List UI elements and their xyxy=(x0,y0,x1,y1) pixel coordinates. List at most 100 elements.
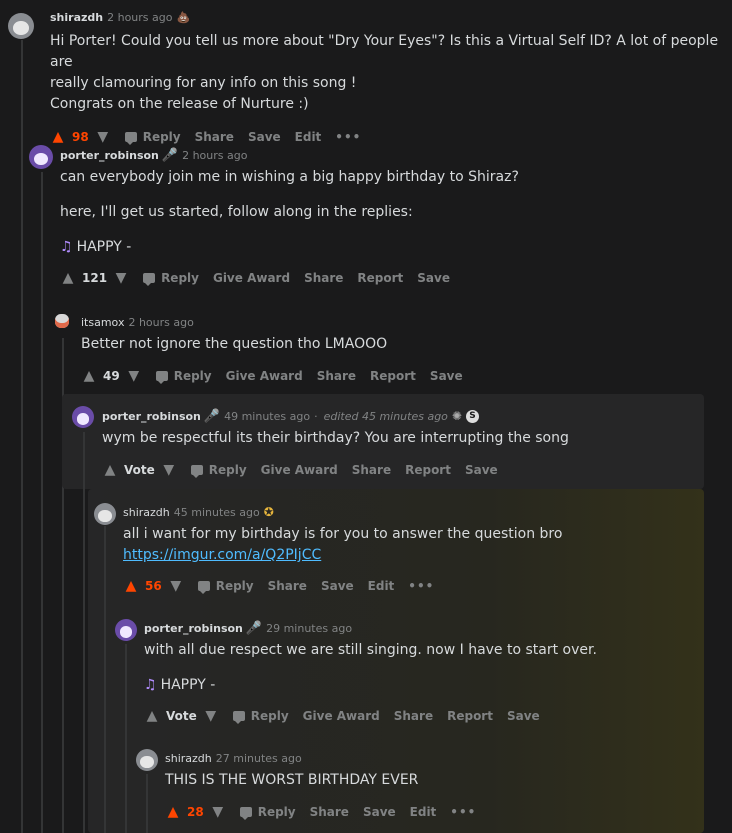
downvote-icon[interactable]: ▼ xyxy=(126,368,142,384)
thread-line[interactable] xyxy=(146,774,148,833)
downvote-icon[interactable]: ▼ xyxy=(168,578,184,594)
comment-body: all i want for my birthday is for you to… xyxy=(123,524,732,566)
vote-score: 121 xyxy=(82,271,108,285)
vote-score: 56 xyxy=(145,579,162,593)
save-button[interactable]: Save xyxy=(417,271,450,285)
more-options-icon[interactable]: ••• xyxy=(450,805,476,819)
downvote-icon[interactable]: ▼ xyxy=(113,270,129,286)
thread-line[interactable] xyxy=(41,172,43,833)
reply-button[interactable]: Reply xyxy=(232,709,289,724)
username[interactable]: porter_robinson xyxy=(144,622,243,635)
save-button[interactable]: Save xyxy=(465,463,498,477)
thread-line[interactable] xyxy=(83,432,85,833)
username[interactable]: porter_robinson xyxy=(60,149,159,162)
share-button[interactable]: Share xyxy=(268,579,307,593)
username[interactable]: itsamox xyxy=(81,316,124,329)
vote-score: 98 xyxy=(72,130,89,144)
timestamp[interactable]: 2 hours ago xyxy=(107,11,172,24)
timestamp[interactable]: 2 hours ago xyxy=(182,149,247,162)
avatar[interactable] xyxy=(136,749,158,771)
comment-text: really clamouring for any info on this s… xyxy=(50,75,357,91)
share-button[interactable]: Share xyxy=(352,463,391,477)
give-award-button[interactable]: Give Award xyxy=(226,369,303,383)
share-button[interactable]: Share xyxy=(310,805,349,819)
comment-header: shirazdh 45 minutes ago ✪ xyxy=(123,503,732,521)
silver-award-icon[interactable]: S xyxy=(465,409,479,423)
edit-button[interactable]: Edit xyxy=(295,130,322,144)
avatar[interactable] xyxy=(29,145,53,169)
reply-button[interactable]: Reply xyxy=(143,271,199,286)
edit-button[interactable]: Edit xyxy=(410,805,437,819)
timestamp[interactable]: 27 minutes ago xyxy=(216,752,302,765)
upvote-icon[interactable]: ▲ xyxy=(165,804,181,820)
timestamp[interactable]: 29 minutes ago xyxy=(266,622,352,635)
comment-text: wym be respectful its their birthday? Yo… xyxy=(102,430,569,446)
report-button[interactable]: Report xyxy=(357,271,403,285)
edit-button[interactable]: Edit xyxy=(368,579,395,593)
more-options-icon[interactable]: ••• xyxy=(335,130,361,144)
downvote-icon[interactable]: ▼ xyxy=(203,708,219,724)
comment-icon xyxy=(197,581,210,594)
give-award-button[interactable]: Give Award xyxy=(213,271,290,285)
vote-label: Vote xyxy=(166,709,197,723)
comment-header: porter_robinson 🎤 49 minutes ago · edite… xyxy=(102,407,732,425)
award-icon[interactable]: ✺ xyxy=(452,409,462,423)
timestamp[interactable]: 45 minutes ago xyxy=(174,506,260,519)
report-button[interactable]: Report xyxy=(405,463,451,477)
thread-line[interactable] xyxy=(21,40,23,833)
imgur-link[interactable]: https://imgur.com/a/Q2PIjCC xyxy=(123,547,321,563)
poop-award-icon[interactable]: 💩 xyxy=(176,11,190,24)
upvote-icon[interactable]: ▲ xyxy=(102,462,118,478)
save-button[interactable]: Save xyxy=(321,579,354,593)
downvote-icon[interactable]: ▼ xyxy=(95,129,111,145)
more-options-icon[interactable]: ••• xyxy=(408,579,434,593)
downvote-icon[interactable]: ▼ xyxy=(210,804,226,820)
comment-actions: ▲ 28 ▼ Reply Share Save Edit ••• xyxy=(165,800,732,824)
edited-label: edited 45 minutes ago xyxy=(323,409,448,423)
upvote-icon[interactable]: ▲ xyxy=(123,578,139,594)
avatar[interactable] xyxy=(115,619,137,641)
save-button[interactable]: Save xyxy=(248,130,281,144)
reply-button[interactable]: Reply xyxy=(124,130,181,145)
comment-text: with all due respect we are still singin… xyxy=(144,642,597,658)
reply-button[interactable]: Reply xyxy=(190,463,247,478)
share-button[interactable]: Share xyxy=(195,130,234,144)
report-button[interactable]: Report xyxy=(447,709,493,723)
reply-button[interactable]: Reply xyxy=(239,805,296,820)
reply-button[interactable]: Reply xyxy=(155,369,212,384)
report-button[interactable]: Report xyxy=(370,369,416,383)
share-button[interactable]: Share xyxy=(394,709,433,723)
thread-line[interactable] xyxy=(104,526,106,833)
timestamp[interactable]: 49 minutes ago xyxy=(224,410,310,423)
thread-line[interactable] xyxy=(125,644,127,833)
save-button[interactable]: Save xyxy=(507,709,540,723)
upvote-icon[interactable]: ▲ xyxy=(60,270,76,286)
share-button[interactable]: Share xyxy=(317,369,356,383)
save-button[interactable]: Save xyxy=(430,369,463,383)
give-award-button[interactable]: Give Award xyxy=(261,463,338,477)
gold-award-icon[interactable]: ✪ xyxy=(264,505,274,519)
vote-score: 49 xyxy=(103,369,120,383)
avatar[interactable] xyxy=(50,309,74,333)
downvote-icon[interactable]: ▼ xyxy=(161,462,177,478)
give-award-button[interactable]: Give Award xyxy=(303,709,380,723)
avatar[interactable] xyxy=(8,13,34,39)
username[interactable]: shirazdh xyxy=(165,752,212,765)
timestamp[interactable]: 2 hours ago xyxy=(128,316,193,329)
upvote-icon[interactable]: ▲ xyxy=(81,368,97,384)
comment-actions: ▲ Vote ▼ Reply Give Award Share Report S… xyxy=(144,704,732,728)
comment-text: Better not ignore the question tho LMAOO… xyxy=(81,336,388,352)
upvote-icon[interactable]: ▲ xyxy=(50,129,66,145)
avatar[interactable] xyxy=(94,503,116,525)
username[interactable]: shirazdh xyxy=(50,11,103,24)
comment-text: Hi Porter! Could you tell us more about … xyxy=(50,33,719,70)
vote-score: 28 xyxy=(187,805,204,819)
share-button[interactable]: Share xyxy=(304,271,343,285)
reply-label: Reply xyxy=(250,709,289,723)
save-button[interactable]: Save xyxy=(363,805,396,819)
username[interactable]: porter_robinson xyxy=(102,410,201,423)
username[interactable]: shirazdh xyxy=(123,506,170,519)
upvote-icon[interactable]: ▲ xyxy=(144,708,160,724)
reply-button[interactable]: Reply xyxy=(197,579,254,594)
avatar[interactable] xyxy=(72,406,94,428)
